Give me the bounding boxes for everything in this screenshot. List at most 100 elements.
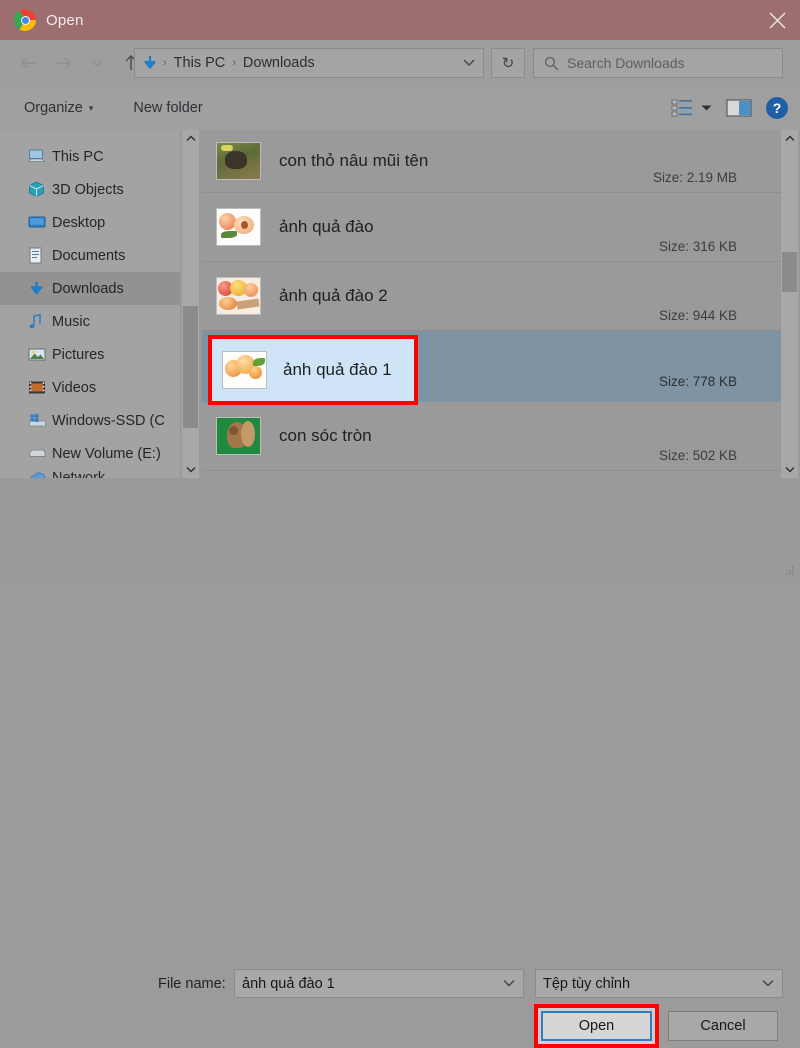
sidebar-item-label: Videos (52, 380, 96, 396)
file-name: con sóc tròn (279, 426, 372, 446)
file-name-value: ảnh quả đào 1 (242, 976, 335, 992)
breadcrumb-item-downloads[interactable]: Downloads (240, 55, 318, 71)
file-size: Size: 2.19 MB (653, 170, 737, 185)
close-icon[interactable] (754, 0, 800, 40)
sidebar-item-label: This PC (52, 149, 104, 165)
scroll-down-icon[interactable] (781, 461, 798, 478)
scroll-down-icon[interactable] (182, 461, 199, 478)
help-glyph: ? (766, 97, 788, 119)
navigation-pane: This PC 3D Objects Desktop Documents (0, 130, 180, 478)
chevron-down-icon[interactable] (762, 978, 774, 990)
dialog-footer: File name: ảnh quả đào 1 Tệp tùy chỉnh O… (0, 478, 800, 580)
3d-objects-icon (28, 181, 52, 198)
table-row[interactable]: con sóc tròn Size: 502 KB (202, 402, 781, 471)
open-button-highlight[interactable]: Open (534, 1004, 659, 1048)
network-icon (28, 470, 52, 478)
sidebar-item-label: Desktop (52, 215, 105, 231)
organize-button[interactable]: Organize ▾ (24, 100, 93, 116)
breadcrumb-item-this-pc[interactable]: This PC (171, 55, 229, 71)
documents-icon (28, 247, 52, 264)
chevron-down-icon[interactable] (503, 978, 515, 990)
sidebar-item-label: Windows-SSD (C (52, 413, 165, 429)
address-chevron-down-icon[interactable] (463, 58, 475, 70)
window-title: Open (46, 12, 84, 29)
breadcrumb-separator: › (159, 57, 171, 69)
scroll-up-icon[interactable] (781, 130, 798, 147)
search-icon (544, 56, 559, 71)
sidebar-item-label: Documents (52, 248, 125, 264)
help-icon[interactable]: ? (766, 97, 788, 119)
recent-locations-chevron-down-icon[interactable] (80, 41, 114, 85)
chrome-logo-icon (14, 9, 36, 31)
selected-file-highlight[interactable]: ảnh quả đào 1 (208, 335, 418, 405)
file-type-value: Tệp tùy chỉnh (543, 976, 630, 992)
sidebar-item-label: Music (52, 314, 90, 330)
organize-label: Organize (24, 100, 83, 116)
file-list[interactable]: con thỏ nâu mũi tên Size: 2.19 MB ảnh qu… (202, 130, 781, 478)
chevron-down-icon: ▾ (89, 103, 94, 114)
open-file-dialog: Open › This PC › Downloads ↻ (0, 0, 800, 580)
file-name: ảnh quả đào 2 (279, 286, 388, 306)
view-options-chevron-down-icon[interactable] (701, 104, 712, 112)
file-name: con thỏ nâu mũi tên (279, 151, 428, 171)
videos-icon (28, 380, 52, 395)
pictures-icon (28, 347, 52, 362)
sidebar-item-3d-objects[interactable]: 3D Objects (0, 173, 180, 206)
view-tools: ? (671, 86, 788, 130)
sidebar-item-windows-ssd[interactable]: Windows-SSD (C (0, 404, 180, 437)
sidebar-item-desktop[interactable]: Desktop (0, 206, 180, 239)
sidebar-item-label: New Volume (E:) (52, 446, 161, 462)
sidebar-item-new-volume[interactable]: New Volume (E:) (0, 437, 180, 470)
scroll-up-icon[interactable] (182, 130, 199, 147)
search-input[interactable]: Search Downloads (533, 48, 783, 78)
file-name-label: File name: (158, 976, 226, 992)
sidebar-item-label: Downloads (52, 281, 124, 297)
desktop-icon (28, 215, 52, 230)
table-row[interactable]: ảnh quả đào Size: 316 KB (202, 193, 781, 262)
refresh-icon[interactable]: ↻ (491, 48, 525, 78)
address-bar[interactable]: › This PC › Downloads (134, 48, 484, 78)
file-list-scrollbar[interactable] (781, 130, 798, 478)
rabbit-thumbnail (216, 142, 261, 180)
file-size: Size: 502 KB (659, 448, 737, 463)
file-size: Size: 944 KB (659, 308, 737, 323)
sidebar-item-label: Network (52, 470, 105, 478)
command-bar: Organize ▾ New folder (0, 86, 800, 130)
squirrel-thumbnail (216, 417, 261, 455)
title-bar: Open (0, 0, 800, 40)
drive-icon (28, 447, 52, 460)
arrow-right-icon[interactable] (46, 41, 80, 85)
peach-thumbnail (216, 208, 261, 246)
sidebar-scrollbar-thumb[interactable] (183, 306, 198, 428)
dialog-content: This PC 3D Objects Desktop Documents (0, 130, 800, 478)
file-name-input[interactable]: ảnh quả đào 1 (234, 969, 524, 998)
sidebar-item-pictures[interactable]: Pictures (0, 338, 180, 371)
sidebar-item-this-pc[interactable]: This PC (0, 140, 180, 173)
music-icon (28, 313, 52, 330)
breadcrumb-separator: › (228, 57, 240, 69)
file-type-select[interactable]: Tệp tùy chỉnh (535, 969, 783, 998)
sidebar-item-music[interactable]: Music (0, 305, 180, 338)
sidebar-item-label: 3D Objects (52, 182, 124, 198)
peach1-thumbnail (222, 351, 267, 389)
drive-windows-icon (28, 413, 52, 428)
file-list-scrollbar-thumb[interactable] (782, 252, 797, 292)
sidebar-item-documents[interactable]: Documents (0, 239, 180, 272)
open-button[interactable]: Open (541, 1011, 652, 1041)
view-list-icon[interactable] (671, 98, 693, 118)
sidebar-item-downloads[interactable]: Downloads (0, 272, 180, 305)
resize-grip-icon[interactable] (784, 565, 796, 577)
downloads-icon (28, 280, 52, 297)
sidebar-item-network[interactable]: Network (0, 470, 180, 478)
arrow-left-icon[interactable] (12, 41, 46, 85)
preview-pane-icon[interactable] (726, 98, 752, 118)
sidebar-scrollbar[interactable] (182, 130, 199, 478)
table-row[interactable]: ảnh quả đào 2 Size: 944 KB (202, 262, 781, 331)
sidebar-item-videos[interactable]: Videos (0, 371, 180, 404)
table-row[interactable]: con thỏ nâu mũi tên Size: 2.19 MB (202, 130, 781, 193)
new-folder-button[interactable]: New folder (133, 100, 202, 116)
sidebar-item-label: Pictures (52, 347, 104, 363)
peach2-thumbnail (216, 277, 261, 315)
cancel-button[interactable]: Cancel (668, 1011, 778, 1041)
file-size: Size: 316 KB (659, 239, 737, 254)
